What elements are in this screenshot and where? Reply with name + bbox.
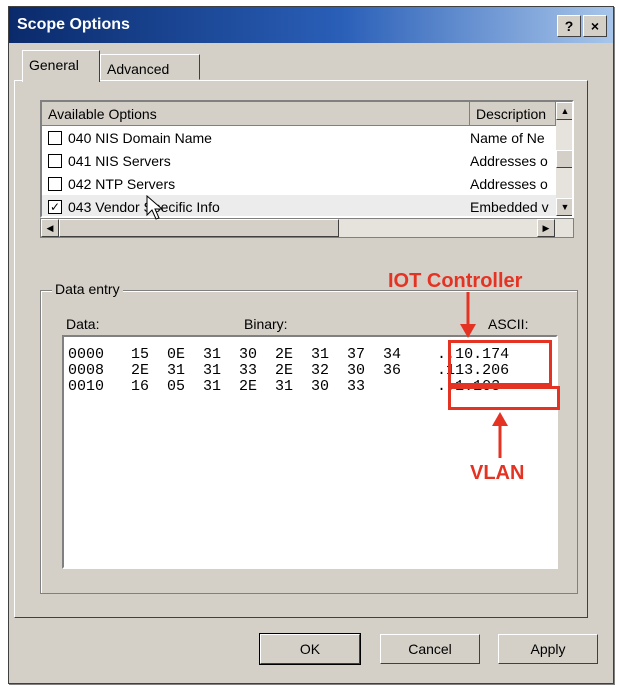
option-description: Name of Ne xyxy=(470,130,545,146)
scroll-left-icon[interactable]: ◀ xyxy=(41,219,59,237)
column-header-available-options[interactable]: Available Options xyxy=(42,102,470,126)
window-title: Scope Options xyxy=(17,16,130,33)
title-bar: Scope Options ? × xyxy=(9,7,613,43)
horizontal-scrollbar[interactable]: ◀ ▶ xyxy=(40,218,574,238)
data-label: Data: xyxy=(66,316,100,332)
iot-controller-annotation: IOT Controller xyxy=(388,270,523,292)
help-button[interactable]: ? xyxy=(557,15,581,37)
ok-button[interactable]: OK xyxy=(259,633,361,665)
option-description: Addresses o xyxy=(470,176,548,192)
option-name: 042 NTP Servers xyxy=(68,176,176,192)
scroll-up-icon[interactable]: ▲ xyxy=(556,102,572,120)
option-checkbox-checked[interactable]: ✓ xyxy=(48,200,62,214)
option-description: Embedded v xyxy=(470,199,549,215)
hex-line: 0000 15 0E 31 30 2E 31 37 34 ..10.174 xyxy=(68,346,510,363)
tab-advanced[interactable]: Advanced xyxy=(100,54,200,80)
arrow-down-icon xyxy=(460,292,476,338)
list-item[interactable]: 041 NIS Servers Addresses o xyxy=(42,149,556,173)
option-checkbox[interactable] xyxy=(48,131,62,145)
ascii-label: ASCII: xyxy=(488,316,529,332)
hex-line: 0010 16 05 31 2E 31 30 33 ..1.103 xyxy=(68,378,501,395)
vertical-scrollbar[interactable]: ▲ ▼ xyxy=(556,102,572,216)
option-description: Addresses o xyxy=(470,153,548,169)
available-options-list[interactable]: Available Options Description 040 NIS Do… xyxy=(40,100,574,218)
tab-general[interactable]: General xyxy=(22,50,100,82)
cancel-button[interactable]: Cancel xyxy=(380,634,480,664)
option-name: 040 NIS Domain Name xyxy=(68,130,212,146)
scroll-down-icon[interactable]: ▼ xyxy=(556,198,572,216)
option-checkbox[interactable] xyxy=(48,177,62,191)
option-name: 041 NIS Servers xyxy=(68,153,171,169)
data-entry-label: Data entry xyxy=(52,281,123,297)
hex-line: 0008 2E 31 31 33 2E 32 30 36 .113.206 xyxy=(68,362,510,379)
option-name: 043 Vendor Specific Info xyxy=(68,199,220,215)
column-header-description[interactable]: Description xyxy=(470,102,556,126)
arrow-up-icon xyxy=(492,412,508,458)
list-item[interactable]: 040 NIS Domain Name Name of Ne xyxy=(42,126,556,150)
scroll-right-icon[interactable]: ▶ xyxy=(537,219,555,237)
scroll-thumb[interactable] xyxy=(556,150,572,168)
vlan-annotation: VLAN xyxy=(470,462,525,484)
option-checkbox[interactable] xyxy=(48,154,62,168)
horizontal-scroll-thumb[interactable] xyxy=(59,219,339,237)
list-item[interactable]: 042 NTP Servers Addresses o xyxy=(42,172,556,196)
list-item-selected[interactable]: ✓ 043 Vendor Specific Info Embedded v xyxy=(42,195,556,216)
iot-controller-highlight xyxy=(448,340,552,386)
close-button[interactable]: × xyxy=(583,15,607,37)
binary-label: Binary: xyxy=(244,316,288,332)
mouse-cursor-icon xyxy=(146,195,164,220)
vlan-highlight xyxy=(448,386,560,410)
apply-button[interactable]: Apply xyxy=(498,634,598,664)
